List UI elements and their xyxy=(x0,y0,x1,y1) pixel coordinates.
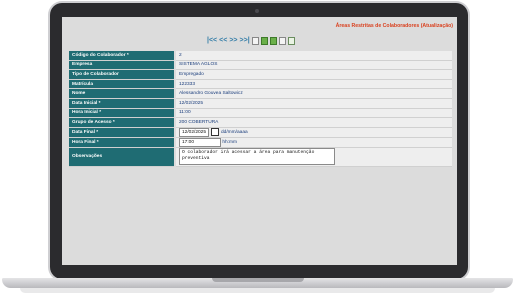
tipo-label: Tipo de Colaborador xyxy=(69,69,176,80)
calendar-icon[interactable] xyxy=(211,128,220,137)
data-final-cell: 12/02/2025 dd/mm/aaaa xyxy=(175,127,452,138)
first-record-button[interactable]: |<< xyxy=(207,37,217,45)
data-final-label: Data Final * xyxy=(69,127,176,138)
form-row: Hora Final * 17:00 hh:mm xyxy=(69,137,452,148)
page-title: Áreas Restritas de Colaboradores (Atuali… xyxy=(335,23,453,29)
obs-cell: O colaborador irá acessar a área para ma… xyxy=(175,147,452,167)
next-record-button[interactable]: >> xyxy=(229,37,237,45)
form-row: Código do Colaborador * 2 xyxy=(69,51,452,61)
hora-inicial-value: 11:00 xyxy=(175,108,452,119)
export-icon[interactable] xyxy=(287,37,295,45)
form-row: Grupo de Acesso * 200 COBERTURA xyxy=(69,117,452,128)
form-row: Data Final * 12/02/2025 dd/mm/aaaa xyxy=(69,127,452,138)
nome-label: Nome xyxy=(69,88,176,99)
form-row: Data Inicial * 12/02/2025 xyxy=(69,98,452,109)
hora-final-cell: 17:00 hh:mm xyxy=(175,137,452,148)
data-final-input[interactable]: 12/02/2025 xyxy=(179,127,210,137)
empresa-value: SISTEMA AGLOS xyxy=(175,60,452,71)
empresa-label: Empresa xyxy=(69,60,176,71)
codigo-value: 2 xyxy=(175,51,452,61)
matricula-label: Matrícula xyxy=(69,79,176,90)
hora-final-input[interactable]: 17:00 xyxy=(179,137,221,147)
data-inicial-label: Data Inicial * xyxy=(69,98,176,109)
camera-icon xyxy=(255,9,259,13)
prev-record-button[interactable]: << xyxy=(219,37,227,45)
grupo-value: 200 COBERTURA xyxy=(175,117,452,128)
obs-label: Observações xyxy=(69,147,176,167)
form-row: Observações O colaborador irá acessar a … xyxy=(69,147,452,167)
laptop-shadow xyxy=(20,288,495,293)
grupo-label: Grupo de Acesso * xyxy=(69,117,176,128)
hora-final-label: Hora Final * xyxy=(69,137,176,148)
form-row: Hora Inicial * 11:00 xyxy=(69,108,452,119)
nome-value: Alessandro Gouvea Saltowicz xyxy=(175,88,452,99)
data-inicial-value: 12/02/2025 xyxy=(175,98,452,109)
form-row: Empresa SISTEMA AGLOS xyxy=(69,60,452,71)
app-screen: Áreas Restritas de Colaboradores (Atuali… xyxy=(62,17,457,265)
hora-final-hint: hh:mm xyxy=(222,139,238,145)
tipo-value: Empregado xyxy=(175,69,452,80)
form-row: Tipo de Colaborador Empregado xyxy=(69,69,452,80)
data-final-hint: dd/mm/aaaa xyxy=(221,129,248,135)
help-icon[interactable] xyxy=(278,37,286,45)
obs-textarea[interactable]: O colaborador irá acessar a área para ma… xyxy=(179,148,335,166)
laptop-notch xyxy=(212,278,304,282)
record-toolbar: |<< << >> >>| xyxy=(207,37,295,45)
codigo-label: Código do Colaborador * xyxy=(69,51,176,61)
form-table: Código do Colaborador * 2 Empresa SISTEM… xyxy=(69,51,452,167)
matricula-value: 122333 xyxy=(175,79,452,90)
new-icon[interactable] xyxy=(251,37,259,45)
form-row: Matrícula 122333 xyxy=(69,79,452,90)
form-row: Nome Alessandro Gouvea Saltowicz xyxy=(69,88,452,99)
last-record-button[interactable]: >>| xyxy=(240,37,250,45)
hora-inicial-label: Hora Inicial * xyxy=(69,108,176,119)
edit-icon[interactable] xyxy=(269,37,277,45)
save-icon[interactable] xyxy=(260,37,268,45)
